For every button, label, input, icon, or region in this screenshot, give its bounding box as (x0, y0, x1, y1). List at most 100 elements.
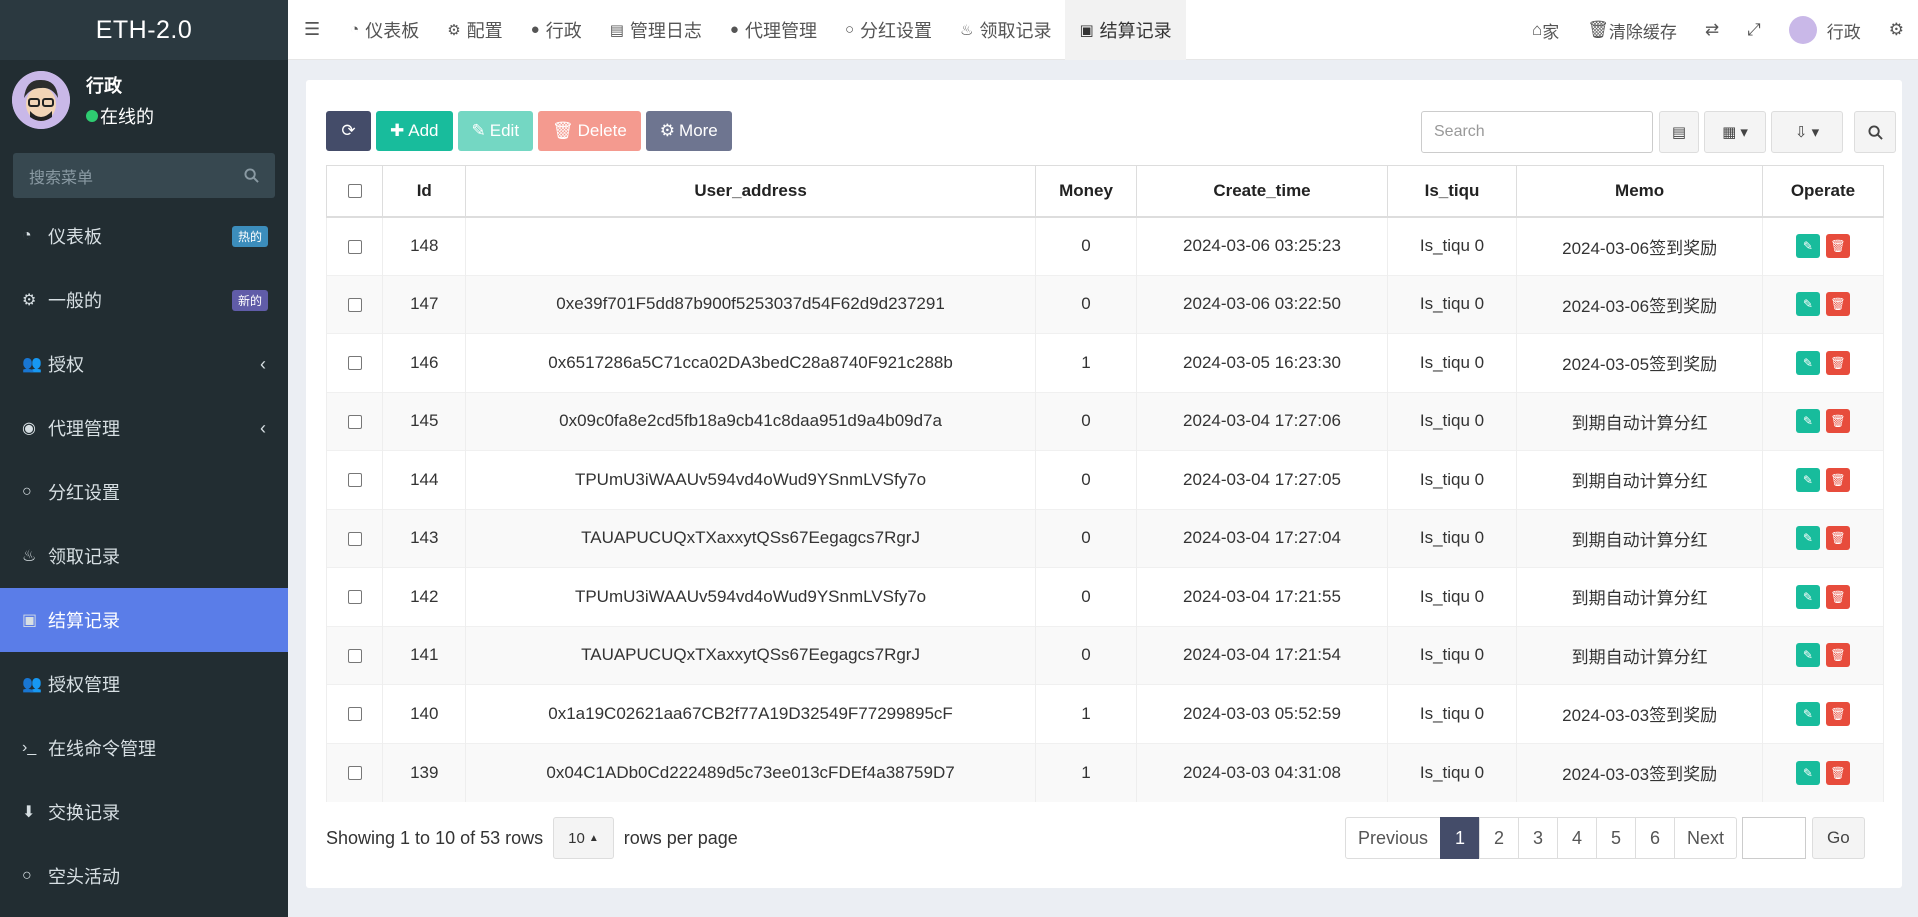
row-edit-button[interactable]: ✎ (1795, 643, 1820, 668)
card-view-button[interactable]: ▤ (1659, 111, 1699, 153)
row-edit-button[interactable]: ✎ (1795, 292, 1820, 317)
column-header-memo[interactable]: Memo (1516, 165, 1763, 218)
more-button[interactable]: ⚙ More (645, 111, 732, 151)
language-button[interactable]: ⇄ (1691, 20, 1733, 40)
sidebar-item-8[interactable]: ›_ 在线命令管理 (0, 716, 288, 780)
row-delete-button[interactable]: 🗑 (1825, 760, 1850, 785)
row-checkbox[interactable] (347, 590, 362, 605)
row-checkbox[interactable] (347, 356, 362, 371)
menu-search-input[interactable]: 搜索菜单 (13, 153, 275, 198)
select-all-checkbox[interactable] (347, 184, 362, 199)
table-row[interactable]: 145 0x09c0fa8e2cd5fb18a9cb41c8daa951d9a4… (325, 391, 1885, 451)
sidebar-item-0[interactable]: ◔ 仪表板 热的 (0, 204, 288, 268)
sidebar-item-4[interactable]: ○ 分红设置 (0, 460, 288, 524)
add-button[interactable]: ✚ Add (376, 111, 453, 151)
row-checkbox[interactable] (347, 239, 362, 254)
row-checkbox[interactable] (347, 414, 362, 429)
tab-4[interactable]: ● 代理管理 (716, 0, 831, 60)
tab-5[interactable]: ○ 分红设置 (831, 0, 946, 60)
home-link[interactable]: ⌂ 家 (1518, 18, 1573, 43)
row-delete-button[interactable]: 🗑 (1825, 409, 1850, 434)
row-edit-button[interactable]: ✎ (1795, 234, 1820, 258)
sidebar-item-9[interactable]: ⬇ 交换记录 (0, 780, 288, 844)
go-page-input[interactable] (1742, 817, 1807, 859)
tab-0[interactable]: ◔ 仪表板 (336, 0, 433, 60)
fullscreen-button[interactable]: ⤢ (1733, 20, 1775, 40)
refresh-button[interactable]: ⟳ (326, 111, 371, 151)
table-row[interactable]: 143 TAUAPUCUQxTXaxxytQSs67Eegagcs7RgrJ 0… (325, 508, 1885, 568)
previous-page-button[interactable]: Previous (1345, 817, 1442, 859)
row-delete-button[interactable]: 🗑 (1825, 350, 1850, 375)
settings-button[interactable]: ⚙ (1875, 20, 1918, 40)
table-row[interactable]: 139 0x04C1ADb0Cd222489d5c73ee013cFDEf4a3… (325, 742, 1885, 802)
row-edit-button[interactable]: ✎ (1795, 350, 1820, 375)
row-delete-button[interactable]: 🗑 (1825, 643, 1850, 668)
sidebar-item-7[interactable]: 👥 授权管理 (0, 652, 288, 716)
select-all-header[interactable] (325, 165, 384, 218)
row-checkbox[interactable] (347, 473, 362, 488)
row-edit-button[interactable]: ✎ (1795, 584, 1820, 609)
table-row[interactable]: 146 0x6517286a5C71cca02DA3bedC28a8740F92… (325, 333, 1885, 392)
row-edit-button[interactable]: ✎ (1795, 701, 1820, 726)
row-checkbox[interactable] (347, 531, 362, 546)
page-button-2[interactable]: 2 (1479, 817, 1520, 859)
sidebar-item-6[interactable]: ▣ 结算记录 (0, 588, 288, 652)
delete-button[interactable]: 🗑 Delete (538, 111, 641, 151)
table-row[interactable]: 147 0xe39f701F5dd87b900f5253037d54F62d9d… (325, 274, 1885, 334)
table-row[interactable]: 141 TAUAPUCUQxTXaxxytQSs67Eegagcs7RgrJ 0… (325, 625, 1885, 685)
row-edit-button[interactable]: ✎ (1795, 409, 1820, 434)
tab-3[interactable]: ▤ 管理日志 (596, 0, 716, 60)
row-edit-button[interactable]: ✎ (1795, 467, 1820, 492)
export-dropdown-button[interactable]: ⇩ ▾ (1771, 111, 1843, 153)
edit-button[interactable]: ✎ Edit (457, 111, 534, 151)
sidebar-item-1[interactable]: ⚙ 一般的 新的 (0, 268, 288, 332)
table-row[interactable]: 144 TPUmU3iWAAUv594vd4oWud9YSnmLVSfy7o 0… (325, 450, 1885, 509)
user-status: 在线的 (86, 103, 154, 129)
column-header-create-time[interactable]: Create_time (1136, 165, 1388, 218)
page-button-4[interactable]: 4 (1557, 817, 1598, 859)
row-delete-button[interactable]: 🗑 (1825, 292, 1850, 317)
search-icon (244, 168, 259, 183)
page-button-3[interactable]: 3 (1518, 817, 1559, 859)
table-row[interactable]: 148 0 2024-03-06 03:25:23 Is_tiqu 0 2024… (325, 216, 1885, 275)
table-row[interactable]: 142 TPUmU3iWAAUv594vd4oWud9YSnmLVSfy7o 0… (325, 567, 1885, 626)
tab-7[interactable]: ▣ 结算记录 (1065, 0, 1186, 60)
cell-operate: ✎ 🗑 (1761, 625, 1885, 685)
tab-1[interactable]: ⚙ 配置 (433, 0, 516, 60)
column-header-id[interactable]: Id (382, 165, 467, 218)
column-header-user-address[interactable]: User_address (465, 165, 1036, 218)
go-button[interactable]: Go (1812, 817, 1865, 859)
table-row[interactable]: 140 0x1a19C02621aa67CB2f77A19D32549F7729… (325, 684, 1885, 743)
column-header-money[interactable]: Money (1034, 165, 1138, 218)
clear-cache-link[interactable]: 🗑 清除缓存 (1573, 18, 1691, 43)
row-delete-button[interactable]: 🗑 (1825, 467, 1850, 492)
table-search-input[interactable]: Search (1421, 111, 1653, 153)
row-delete-button[interactable]: 🗑 (1825, 526, 1850, 551)
page-button-1[interactable]: 1 (1440, 817, 1481, 859)
sidebar-item-5[interactable]: ♨ 领取记录 (0, 524, 288, 588)
sidebar-toggle-button[interactable]: ☰ (288, 0, 336, 60)
page-size-dropdown[interactable]: 10 ▲ (553, 817, 614, 859)
row-edit-button[interactable]: ✎ (1795, 760, 1820, 785)
search-toggle-button[interactable] (1854, 111, 1896, 153)
row-delete-button[interactable]: 🗑 (1825, 701, 1850, 726)
tab-6[interactable]: ♨ 领取记录 (946, 0, 1065, 60)
row-edit-button[interactable]: ✎ (1795, 526, 1820, 551)
page-button-6[interactable]: 6 (1635, 817, 1676, 859)
sidebar-item-10[interactable]: ○ 空头活动 (0, 844, 288, 908)
next-page-button[interactable]: Next (1674, 817, 1738, 859)
row-checkbox[interactable] (347, 766, 362, 781)
row-delete-button[interactable]: 🗑 (1825, 234, 1850, 258)
row-delete-button[interactable]: 🗑 (1825, 584, 1850, 609)
row-checkbox[interactable] (347, 707, 362, 722)
app-logo[interactable]: ETH-2.0 (0, 0, 288, 60)
sidebar-item-3[interactable]: ◉ 代理管理 ‹ (0, 396, 288, 460)
tab-2[interactable]: ● 行政 (517, 0, 596, 60)
user-menu[interactable]: 行政 (1775, 16, 1875, 44)
columns-dropdown-button[interactable]: ▦ ▾ (1704, 111, 1766, 153)
row-checkbox[interactable] (347, 648, 362, 663)
sidebar-item-2[interactable]: 👥 授权 ‹ (0, 332, 288, 396)
row-checkbox[interactable] (347, 297, 362, 312)
page-button-5[interactable]: 5 (1596, 817, 1637, 859)
column-header-is-tiqu[interactable]: Is_tiqu (1386, 165, 1518, 218)
